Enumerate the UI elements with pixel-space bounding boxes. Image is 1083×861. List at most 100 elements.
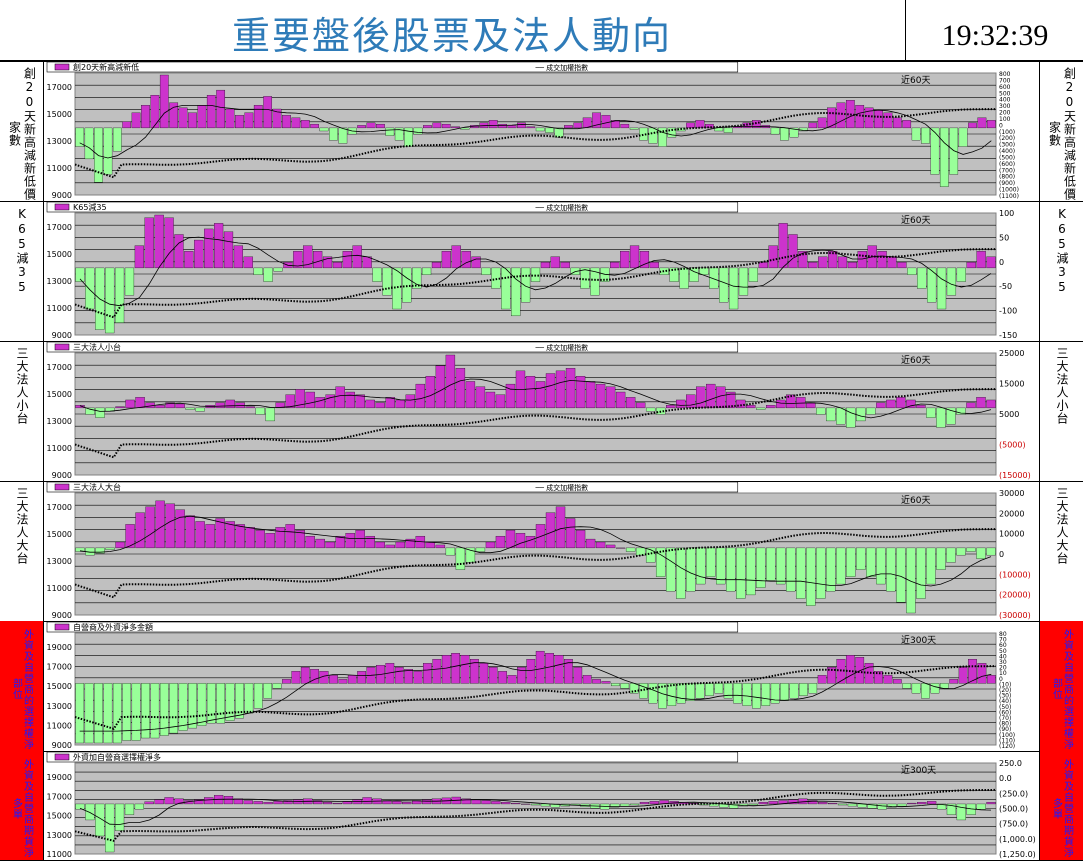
bar bbox=[263, 683, 273, 699]
legend-box bbox=[46, 481, 739, 493]
bar bbox=[686, 683, 695, 701]
bar bbox=[930, 683, 940, 694]
bar bbox=[253, 267, 263, 275]
bar bbox=[976, 397, 986, 409]
bar bbox=[243, 256, 253, 269]
bar bbox=[719, 267, 729, 303]
bar bbox=[154, 214, 164, 269]
panel-right-label-text: 外資及自營商的選擇權淨部位 bbox=[1050, 628, 1073, 750]
bar bbox=[175, 509, 185, 549]
bar bbox=[847, 803, 858, 807]
bar bbox=[958, 127, 968, 147]
bar bbox=[716, 547, 726, 585]
index-tick-label: 11000 bbox=[47, 850, 72, 859]
bar bbox=[676, 399, 686, 409]
panel-right-label-text: 三大法人小台 bbox=[1055, 347, 1069, 425]
legend-box bbox=[46, 201, 739, 213]
bar bbox=[325, 541, 335, 549]
bar bbox=[786, 547, 796, 592]
panel-left-label-text: 三大法人大台 bbox=[15, 487, 29, 565]
bar bbox=[225, 683, 235, 721]
bar bbox=[768, 245, 778, 269]
value-tick-label: -100 bbox=[999, 307, 1017, 316]
bar bbox=[329, 675, 338, 684]
bar bbox=[244, 683, 254, 714]
legend-label-index: ── 成交加權指數 bbox=[535, 483, 589, 492]
bar bbox=[366, 122, 376, 129]
bar bbox=[582, 675, 592, 684]
bar bbox=[342, 251, 352, 269]
bar bbox=[816, 407, 826, 415]
index-tick-label: 9000 bbox=[52, 741, 72, 750]
bar bbox=[592, 679, 601, 684]
bar bbox=[926, 547, 936, 585]
legend-swatch bbox=[54, 753, 70, 761]
value-tick-label: 250.0 bbox=[999, 759, 1022, 768]
bar bbox=[525, 535, 536, 549]
value-tick-label: (15000) bbox=[999, 471, 1031, 480]
bar bbox=[595, 383, 606, 409]
bar bbox=[818, 802, 828, 805]
value-tick-label: 25000 bbox=[999, 349, 1024, 358]
value-tick-label: (500.0) bbox=[999, 805, 1028, 814]
panel-right-label: 外資及自營商期貨淨多單 bbox=[1039, 751, 1083, 860]
bar bbox=[213, 223, 224, 269]
bar bbox=[525, 376, 536, 409]
bar bbox=[300, 667, 310, 684]
bar bbox=[659, 267, 669, 275]
legend-label: 三大法人小台 bbox=[73, 342, 121, 352]
value-tick-label: (10000) bbox=[999, 570, 1031, 579]
bar bbox=[154, 799, 164, 805]
bar bbox=[911, 127, 921, 141]
bar bbox=[95, 407, 105, 418]
bar bbox=[756, 407, 766, 410]
bar bbox=[620, 123, 630, 129]
bar bbox=[205, 524, 215, 549]
bar bbox=[310, 123, 319, 129]
chart-panel: 創20天新高減新低價家數 創20天新高減新低價家數 創20天新高減新低 ── 成交加權… bbox=[0, 61, 1083, 202]
bar bbox=[856, 407, 866, 422]
bar bbox=[605, 386, 616, 409]
bar bbox=[94, 683, 103, 744]
bar bbox=[338, 127, 348, 144]
bar bbox=[188, 683, 197, 729]
bar bbox=[565, 368, 576, 409]
panel-left-label: 外資及自營商期貨淨多單 bbox=[0, 751, 44, 860]
bar bbox=[877, 251, 887, 269]
bar bbox=[629, 683, 639, 694]
legend-label: 外資加自營商選擇權淨多 bbox=[73, 752, 161, 762]
bar bbox=[169, 683, 179, 734]
index-tick-label: 9000 bbox=[52, 611, 72, 620]
bar bbox=[545, 512, 556, 549]
bar bbox=[679, 267, 689, 289]
bar bbox=[432, 122, 442, 129]
bar bbox=[75, 127, 85, 147]
bar bbox=[357, 671, 366, 684]
bar bbox=[507, 675, 517, 684]
bar bbox=[540, 803, 551, 807]
bar bbox=[921, 127, 930, 144]
bar bbox=[357, 125, 366, 129]
bar bbox=[733, 683, 742, 704]
bar bbox=[746, 405, 756, 409]
bar bbox=[75, 267, 85, 282]
bar bbox=[977, 117, 987, 129]
bar bbox=[780, 127, 789, 141]
bar bbox=[808, 122, 818, 129]
bar bbox=[185, 407, 195, 410]
bar bbox=[976, 547, 986, 559]
legend-swatch bbox=[54, 623, 70, 631]
bar bbox=[445, 547, 456, 556]
bar bbox=[362, 256, 372, 269]
bar bbox=[431, 262, 442, 269]
bar bbox=[235, 524, 245, 549]
page-title: 重要盤後股票及法人動向 bbox=[231, 14, 672, 58]
value-tick-label: (30000) bbox=[999, 611, 1031, 620]
value-tick-label: -150 bbox=[999, 331, 1017, 340]
bar bbox=[175, 403, 185, 409]
bar bbox=[385, 544, 395, 549]
bar bbox=[766, 547, 776, 581]
chart-panel: 外資及自營商期貨淨多單 外資及自營商期貨淨多單 外資加自營商選擇權淨多 近300天 19… bbox=[0, 751, 1083, 861]
bar bbox=[837, 803, 848, 806]
bar bbox=[455, 547, 466, 570]
